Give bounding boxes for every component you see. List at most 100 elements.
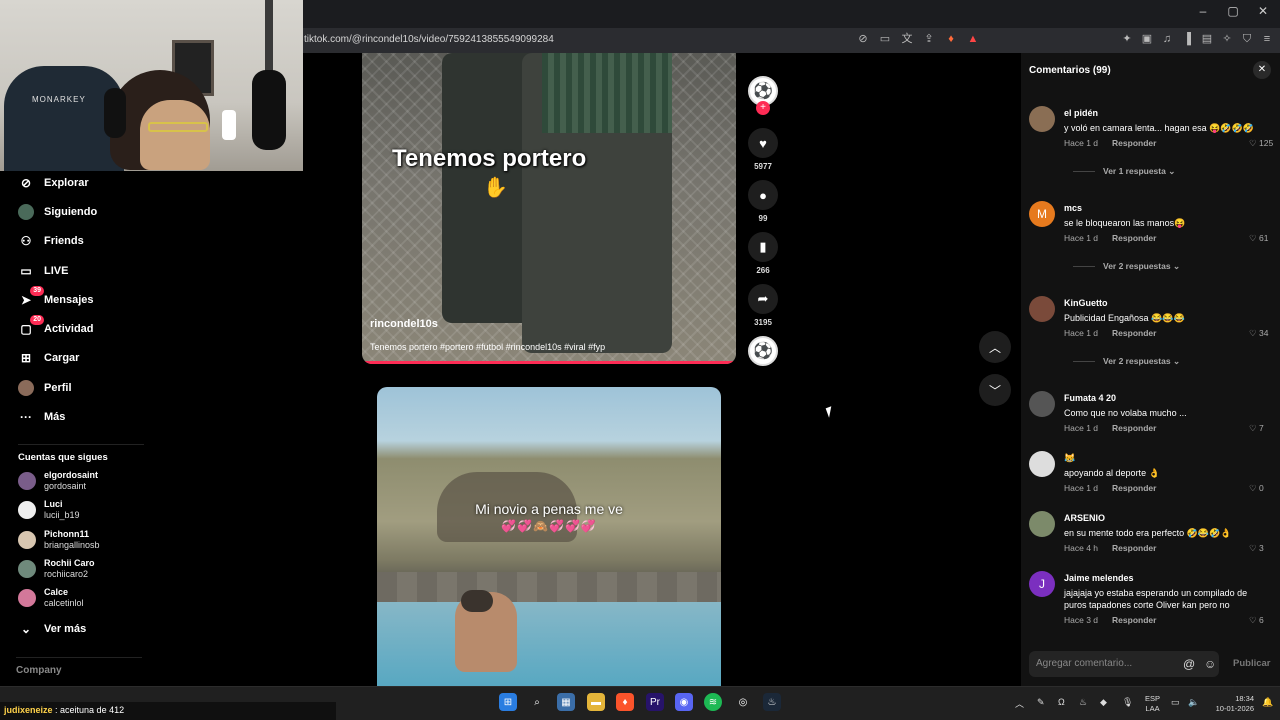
mute-icon[interactable]: ⊘ — [856, 32, 870, 46]
video-description[interactable]: Tenemos portero #portero #futbol #rincon… — [370, 342, 605, 352]
comment-button[interactable]: ● 99 — [746, 180, 780, 223]
see-more-button[interactable]: ⌄ Ver más — [18, 617, 86, 641]
reply-button[interactable]: Responder — [1112, 543, 1156, 553]
avatar[interactable]: J — [1029, 571, 1055, 597]
share-icon[interactable]: ⇪ — [922, 32, 936, 46]
search-icon[interactable]: ⌕ — [528, 693, 546, 711]
comment-user[interactable]: Fumata 4 20 — [1064, 393, 1116, 403]
sidebar-item-mas[interactable]: ··· Más — [18, 405, 65, 429]
comment-like[interactable]: ♡ 34 — [1249, 328, 1268, 339]
sound-button[interactable]: ⚽ — [746, 336, 780, 366]
sidebar-item-friends[interactable]: ⚇ Friends — [18, 229, 84, 253]
mention-icon[interactable]: @ — [1183, 657, 1195, 671]
brave-icon[interactable]: ♦ — [616, 693, 634, 711]
language-indicator[interactable]: ESP LAA — [1145, 694, 1160, 714]
sidebar-item-siguiendo[interactable]: Siguiendo — [18, 200, 97, 224]
wallet-icon[interactable]: ▤ — [1200, 32, 1214, 46]
following-account[interactable]: Rochii Caro rochiicaro2 — [18, 558, 95, 580]
vpn-tray-icon[interactable]: ◆ — [1100, 697, 1107, 708]
screen-icon[interactable]: ▭ — [878, 32, 892, 46]
volume-icon[interactable]: 🔈 — [1188, 697, 1199, 708]
follow-plus-icon[interactable]: + — [756, 101, 770, 115]
view-replies-button[interactable]: Ver 1 respuesta ⌄ — [1073, 166, 1175, 177]
menu-icon[interactable]: ≡ — [1260, 32, 1274, 46]
sidebar-item-mensajes[interactable]: ➤ 39 Mensajes — [18, 286, 94, 312]
comment-user[interactable]: 😹 — [1064, 453, 1075, 464]
view-replies-button[interactable]: Ver 2 respuestas ⌄ — [1073, 261, 1180, 272]
video-player[interactable]: Tenemos portero ✋ rincondel10s Tenemos p… — [362, 53, 736, 364]
following-account[interactable]: Calce calcetinlol — [18, 587, 84, 609]
following-account[interactable]: Pichonn11 briangallinosb — [18, 529, 100, 551]
comment-like[interactable]: ♡ 0 — [1249, 483, 1264, 494]
extensions-icon[interactable]: ✦ — [1120, 32, 1134, 46]
maximize-icon[interactable]: ▢ — [1218, 4, 1248, 18]
reply-button[interactable]: Responder — [1112, 615, 1156, 625]
close-window-icon[interactable]: ✕ — [1248, 4, 1278, 18]
notifications-icon[interactable]: 🔔 — [1262, 697, 1273, 708]
reply-button[interactable]: Responder — [1112, 483, 1156, 493]
share-button[interactable]: ➦ 3195 — [746, 284, 780, 327]
vpn-icon[interactable]: ⛉ — [1240, 32, 1254, 46]
steam-tray-icon[interactable]: ♨ — [1079, 697, 1087, 708]
comment-like[interactable]: ♡ 3 — [1249, 543, 1264, 554]
sidebar-item-live[interactable]: ▭ LIVE — [18, 259, 68, 283]
sidebar-item-explorar[interactable]: ⊘ Explorar — [18, 171, 89, 195]
rewards-icon[interactable]: ▲ — [966, 32, 980, 46]
tray-chevron-icon[interactable]: ︿ — [1015, 697, 1024, 710]
spotify-icon[interactable]: ≋ — [704, 693, 722, 711]
following-account[interactable]: Luci lucii_b19 — [18, 499, 80, 521]
comment-user[interactable]: mcs — [1064, 203, 1082, 213]
avatar[interactable] — [1029, 511, 1055, 537]
company-link[interactable]: Company — [16, 665, 62, 676]
steam-icon[interactable]: ♨ — [763, 693, 781, 711]
leo-icon[interactable]: ✧ — [1220, 32, 1234, 46]
url-text[interactable]: tiktok.com/@rincondel10s/video/759241385… — [304, 34, 554, 45]
comment-like[interactable]: ♡ 7 — [1249, 423, 1264, 434]
publish-button[interactable]: Publicar — [1233, 658, 1271, 669]
save-button[interactable]: ▮ 266 — [746, 232, 780, 275]
reply-button[interactable]: Responder — [1112, 233, 1156, 243]
emoji-icon[interactable]: ☺ — [1204, 657, 1216, 671]
obs-icon[interactable]: ◎ — [734, 693, 752, 711]
headset-icon[interactable]: Ω — [1058, 697, 1065, 707]
reply-button[interactable]: Responder — [1112, 328, 1156, 338]
video-username[interactable]: rincondel10s — [370, 318, 438, 330]
translate-icon[interactable]: 文 — [900, 32, 914, 46]
comment-like[interactable]: ♡ 6 — [1249, 615, 1264, 626]
avatar[interactable] — [1029, 106, 1055, 132]
close-comments-button[interactable]: ✕ — [1253, 61, 1271, 79]
next-video-button[interactable]: ﹀ — [979, 374, 1011, 406]
comment-user[interactable]: KinGuetto — [1064, 298, 1108, 308]
microphone-icon[interactable]: 🎙 — [1122, 697, 1133, 708]
sidebar-icon[interactable]: ▐ — [1180, 32, 1194, 46]
windows-start-icon[interactable]: ⊞ — [499, 693, 517, 711]
previous-video-button[interactable]: ︿ — [979, 331, 1011, 363]
reply-button[interactable]: Responder — [1112, 423, 1156, 433]
reply-button[interactable]: Responder — [1112, 138, 1156, 148]
video-player-next[interactable]: Mi novio a penas me ve 💞💞🙈💞💞💞 — [377, 387, 721, 686]
tab-icon[interactable]: ▣ — [1140, 32, 1154, 46]
avatar[interactable] — [1029, 391, 1055, 417]
sidebar-item-cargar[interactable]: ⊞ Cargar — [18, 346, 80, 370]
comment-user[interactable]: ARSENIO — [1064, 513, 1105, 523]
file-explorer-icon[interactable]: ▬ — [587, 693, 605, 711]
creator-avatar[interactable]: ⚽ + — [746, 76, 780, 115]
view-replies-button[interactable]: Ver 2 respuestas ⌄ — [1073, 356, 1180, 367]
tray-app-icon[interactable]: ✎ — [1037, 697, 1045, 708]
comment-like[interactable]: ♡ 61 — [1249, 233, 1268, 244]
comment-user[interactable]: el pidén — [1064, 108, 1098, 118]
minimize-icon[interactable]: – — [1188, 4, 1218, 18]
comment-like[interactable]: ♡ 125 — [1249, 138, 1273, 149]
network-icon[interactable]: ▭ — [1171, 697, 1180, 708]
avatar[interactable] — [1029, 296, 1055, 322]
widgets-icon[interactable]: ▦ — [557, 693, 575, 711]
sidebar-item-actividad[interactable]: ▢ 20 Actividad — [18, 315, 94, 341]
brave-shield-icon[interactable]: ♦ — [944, 32, 958, 46]
premiere-icon[interactable]: Pr — [646, 693, 664, 711]
sidebar-item-perfil[interactable]: Perfil — [18, 376, 72, 400]
following-account[interactable]: elgordosaint gordosaint — [18, 470, 98, 492]
avatar[interactable] — [1029, 451, 1055, 477]
music-icon[interactable]: ♫ — [1160, 32, 1174, 46]
discord-icon[interactable]: ◉ — [675, 693, 693, 711]
clock[interactable]: 18:34 10-01-2026 — [1206, 694, 1254, 714]
